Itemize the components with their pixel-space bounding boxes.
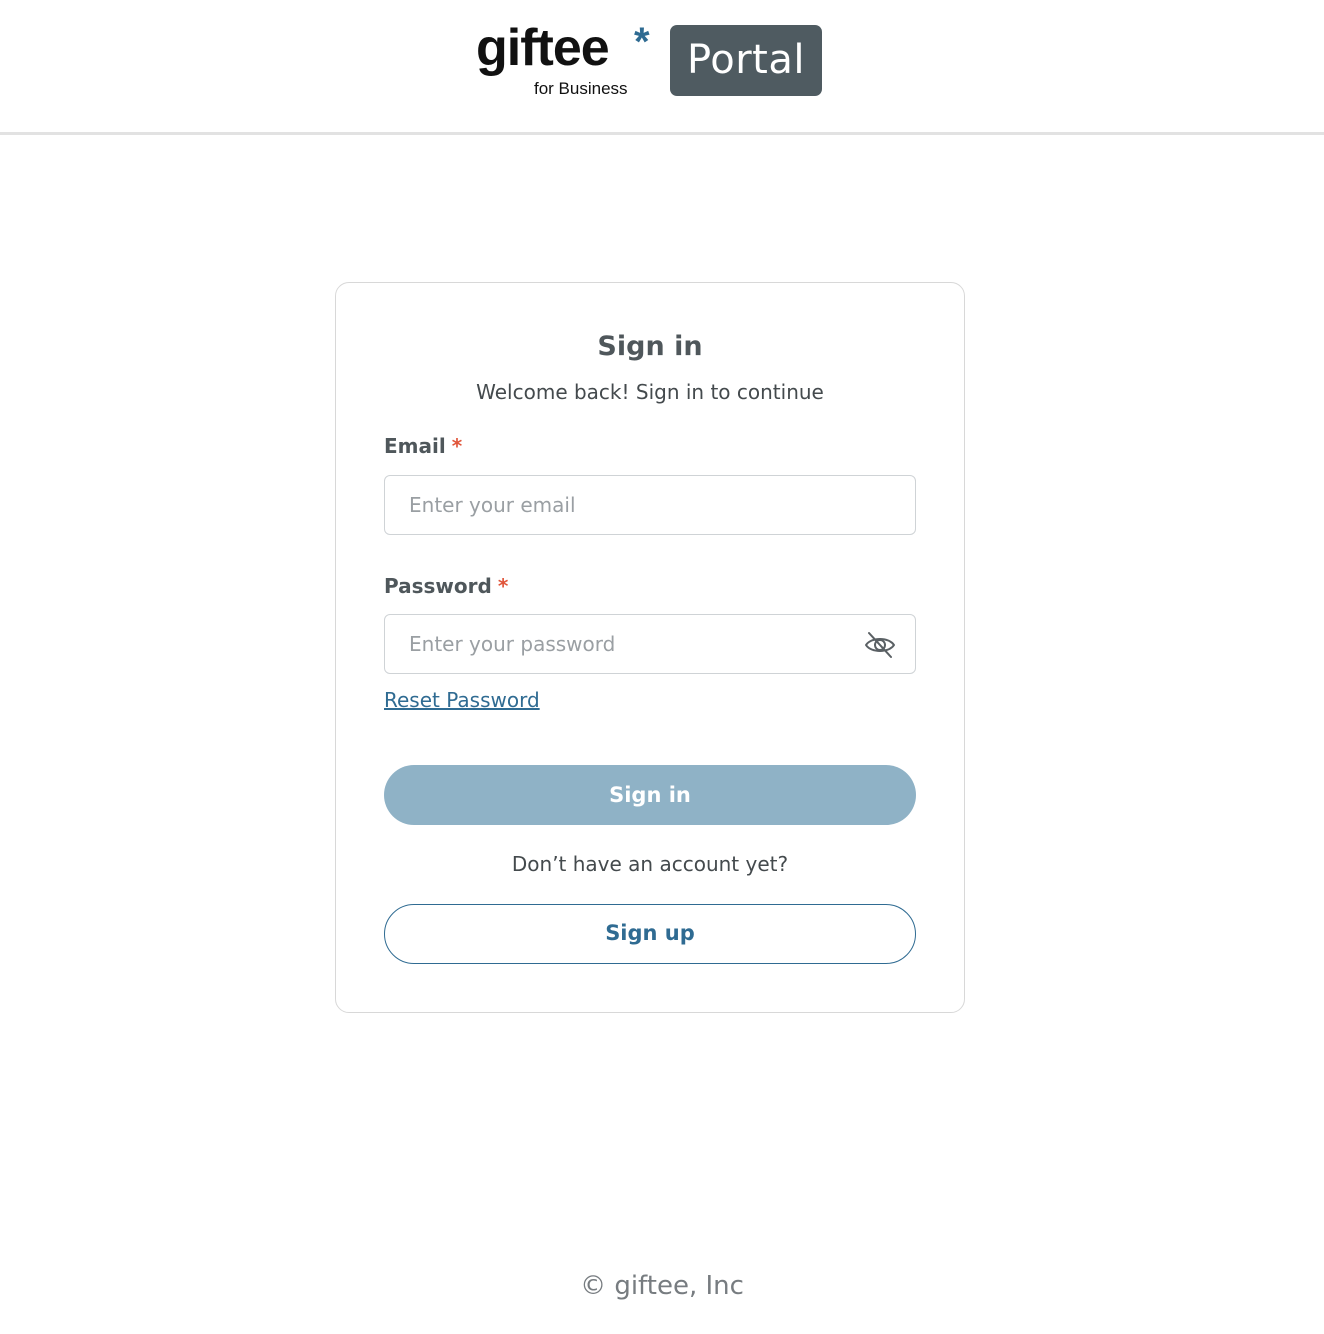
- signin-subtitle: Welcome back! Sign in to continue: [476, 380, 824, 404]
- signin-card: Sign in Welcome back! Sign in to continu…: [335, 282, 965, 1013]
- email-field[interactable]: [384, 475, 916, 535]
- password-label: Password *: [384, 571, 508, 601]
- footer-copyright: © giftee, Inc: [580, 1271, 744, 1301]
- portal-badge: Portal: [670, 25, 822, 96]
- password-input[interactable]: [385, 615, 915, 673]
- email-input[interactable]: [385, 476, 915, 534]
- required-mark: *: [451, 434, 463, 458]
- eye-slash-icon[interactable]: [863, 629, 897, 661]
- logo-subtitle: for Business: [534, 79, 628, 98]
- signup-button[interactable]: Sign up: [384, 904, 916, 964]
- logo-wordmark-text: giftee: [476, 19, 610, 77]
- giftee-logo[interactable]: giftee * for Business: [476, 18, 656, 100]
- no-account-text: Don’t have an account yet?: [511, 852, 789, 876]
- header: giftee * for Business Portal: [0, 0, 1324, 135]
- reset-password-link[interactable]: Reset Password: [384, 685, 540, 715]
- logo-asterisk: *: [634, 20, 650, 64]
- password-label-text: Password: [384, 574, 492, 598]
- email-label: Email *: [384, 431, 462, 461]
- password-field[interactable]: [384, 614, 916, 674]
- signin-title: Sign in: [597, 331, 703, 362]
- email-label-text: Email: [384, 434, 446, 458]
- required-mark: *: [497, 574, 509, 598]
- signin-button[interactable]: Sign in: [384, 765, 916, 825]
